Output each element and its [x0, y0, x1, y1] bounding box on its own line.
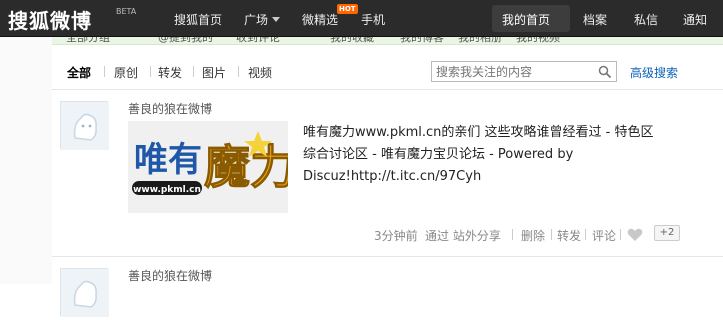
post-author[interactable]: 善良的狼在微博 — [128, 100, 212, 117]
tab-original[interactable]: 原创 — [114, 64, 138, 81]
subbar-blog[interactable]: 我的博客 — [400, 37, 444, 44]
nav-my-home[interactable]: 我的首页 — [502, 11, 550, 28]
site-logo[interactable]: 搜狐微博 — [8, 5, 92, 34]
post-link[interactable]: 唯有魔力www.pkml.cn的亲们 这些攻略谁曾经看过 - 特色区综合讨论区 … — [303, 125, 654, 184]
subbar-mentions[interactable]: @提到我的 — [158, 37, 213, 44]
post-time[interactable]: 3分钟前 — [374, 227, 418, 244]
nav-profile[interactable]: 档案 — [583, 11, 607, 28]
nav-sohu-home[interactable]: 搜狐首页 — [174, 11, 222, 28]
post-thumbnail[interactable]: 唯有 魔力 www.pkml.cn — [128, 121, 288, 213]
subbar-album[interactable]: 我的相册 — [458, 37, 502, 44]
top-navbar: 搜狐微博 BETA 搜狐首页 广场 微精选 HOT 手机 我的首页 档案 私信 … — [0, 0, 723, 37]
image-url-text: www.pkml.cn — [133, 185, 201, 195]
post-source[interactable]: 通过 站外分享 — [425, 227, 501, 244]
tab-images[interactable]: 图片 — [202, 64, 226, 81]
nav-square-label: 广场 — [244, 13, 269, 27]
avatar[interactable] — [60, 268, 109, 317]
tab-forward[interactable]: 转发 — [158, 64, 182, 81]
divider — [52, 89, 723, 90]
avatar[interactable] — [60, 101, 109, 150]
nav-featured[interactable]: 微精选 — [302, 11, 338, 28]
plus-count-button[interactable]: +2 — [654, 225, 680, 241]
tab-divider — [150, 66, 151, 77]
subbar-all-groups[interactable]: 全部分组 — [66, 37, 110, 44]
pkml-logo-image: 唯有 魔力 www.pkml.cn — [128, 121, 288, 213]
nav-notifications[interactable]: 通知 — [683, 11, 707, 28]
subbar-favorites[interactable]: 我的收藏 — [330, 37, 374, 44]
heart-icon[interactable] — [627, 228, 643, 242]
beta-label: BETA — [116, 7, 137, 16]
delete-button[interactable]: 删除 — [521, 227, 545, 244]
image-caption-part2: 魔力 — [204, 140, 288, 194]
image-caption-part1: 唯有 — [134, 140, 202, 180]
search-icon[interactable] — [598, 65, 612, 79]
meta-divider — [512, 229, 513, 240]
meta-divider — [551, 229, 552, 240]
default-avatar-icon — [61, 102, 109, 150]
tab-divider — [193, 66, 194, 77]
tab-all[interactable]: 全部 — [67, 64, 91, 81]
nav-messages[interactable]: 私信 — [634, 11, 658, 28]
search-box — [431, 61, 617, 82]
post-text: 唯有魔力www.pkml.cn的亲们 这些攻略谁曾经看过 - 特色区综合讨论区 … — [303, 122, 655, 188]
nav-square[interactable]: 广场 — [244, 11, 281, 28]
filter-subbar: 全部分组 @提到我的 收到评论 我的收藏 我的博客 我的相册 我的视频 — [52, 37, 723, 45]
tab-divider — [104, 66, 105, 77]
nav-mobile[interactable]: 手机 — [361, 11, 385, 28]
tab-videos[interactable]: 视频 — [248, 64, 272, 81]
meta-divider — [585, 229, 586, 240]
post-author[interactable]: 善良的狼在微博 — [128, 267, 212, 284]
advanced-search-link[interactable]: 高级搜索 — [630, 64, 678, 81]
subbar-comments[interactable]: 收到评论 — [236, 37, 280, 44]
left-gutter — [0, 37, 52, 284]
meta-divider — [620, 229, 621, 240]
comment-button[interactable]: 评论 — [592, 227, 616, 244]
subbar-video[interactable]: 我的视频 — [516, 37, 560, 44]
divider — [52, 256, 723, 257]
forward-button[interactable]: 转发 — [557, 227, 581, 244]
default-avatar-icon — [61, 269, 109, 317]
hot-badge: HOT — [337, 4, 358, 14]
search-input[interactable] — [436, 64, 586, 79]
chevron-down-icon — [272, 17, 281, 22]
tab-divider — [238, 66, 239, 77]
